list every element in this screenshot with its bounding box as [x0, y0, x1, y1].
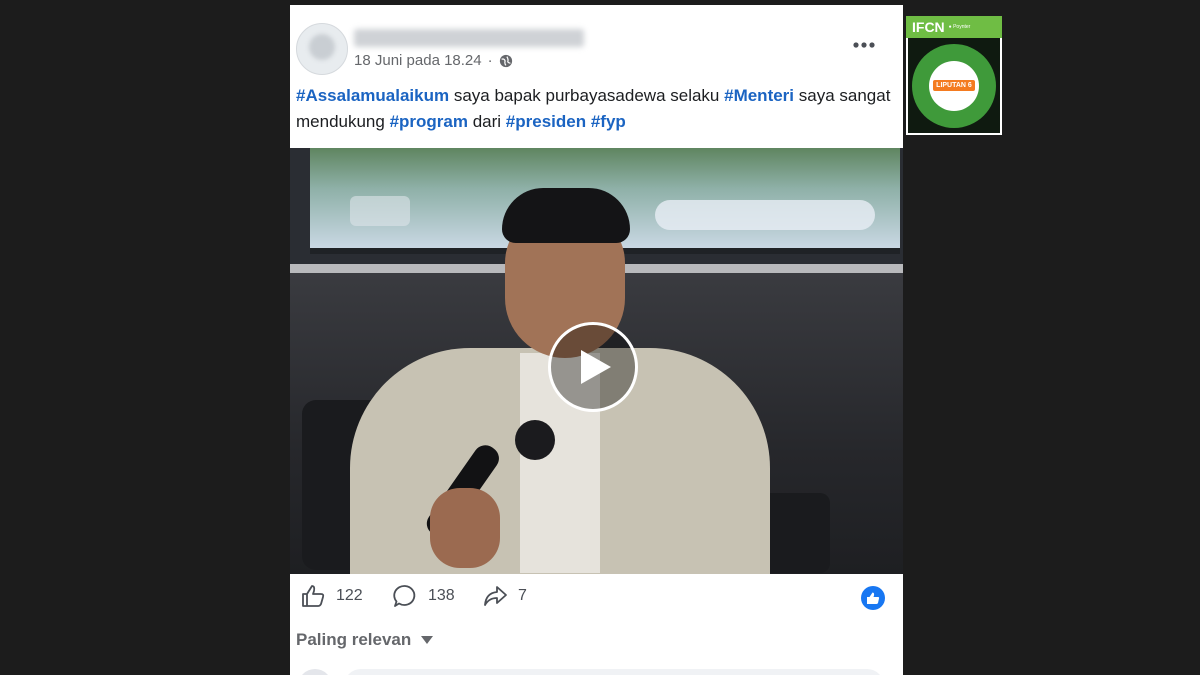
thumbs-up-icon	[867, 592, 880, 604]
hashtag-menteri[interactable]: #Menteri	[724, 86, 794, 105]
meta-separator: ·	[487, 52, 493, 69]
person-hair	[502, 188, 630, 243]
like-button[interactable]: 122	[300, 583, 363, 609]
page-avatar[interactable]	[296, 23, 348, 75]
post-meta: 18 Juni pada 18.24 ·	[354, 52, 513, 69]
caption-text-1: saya bapak purbayasadewa selaku	[449, 86, 725, 105]
user-avatar	[298, 669, 332, 675]
comment-bubble-icon	[393, 585, 416, 607]
ifcn-signatory-badge: IFCN ● Poynter LIPUTAN 6	[906, 16, 1002, 135]
globe-icon	[499, 54, 512, 67]
comment-count: 138	[428, 587, 455, 604]
video-player[interactable]	[290, 148, 903, 574]
engagement-bar: 122 138 7	[290, 575, 903, 625]
page-name-blurred[interactable]	[354, 29, 584, 47]
post-caption: #Assalamualaikum saya bapak purbayasadew…	[296, 83, 896, 135]
comment-button[interactable]: 138	[392, 583, 455, 609]
like-reaction-badge[interactable]	[861, 586, 885, 610]
post-date[interactable]: 18 Juni pada 18.24	[354, 52, 482, 69]
office-chair-right	[760, 493, 830, 573]
share-arrow-icon	[484, 586, 507, 606]
comment-input[interactable]	[344, 669, 884, 675]
more-options-button[interactable]	[850, 35, 878, 55]
share-count: 7	[518, 587, 527, 604]
like-count: 122	[336, 587, 363, 604]
liputan6-logo: LIPUTAN 6	[929, 60, 979, 111]
microphone-head	[515, 420, 555, 460]
chevron-down-icon	[421, 636, 434, 644]
sort-label: Paling relevan	[296, 630, 412, 649]
caption-text-3: dari	[468, 112, 506, 131]
facebook-post-card: 18 Juni pada 18.24 · #Assalamualaikum sa…	[290, 5, 903, 675]
hashtag-fyp[interactable]: #fyp	[591, 112, 626, 131]
thumbs-up-icon	[302, 585, 325, 607]
post-header: 18 Juni pada 18.24 ·	[290, 5, 903, 85]
comment-composer	[298, 669, 884, 675]
ifcn-signatory-seal: LIPUTAN 6	[908, 38, 1000, 133]
person-hand	[430, 488, 500, 568]
play-button[interactable]	[548, 322, 638, 412]
play-icon	[581, 350, 611, 384]
share-button[interactable]: 7	[482, 583, 527, 609]
hashtag-assalamualaikum[interactable]: #Assalamualaikum	[296, 86, 449, 105]
ifcn-logo-bar: IFCN ● Poynter	[906, 16, 1002, 38]
hashtag-presiden[interactable]: #presiden	[506, 112, 586, 131]
comment-sort-dropdown[interactable]: Paling relevan	[296, 630, 434, 650]
more-options-icon	[853, 42, 875, 48]
hashtag-program[interactable]: #program	[390, 112, 468, 131]
